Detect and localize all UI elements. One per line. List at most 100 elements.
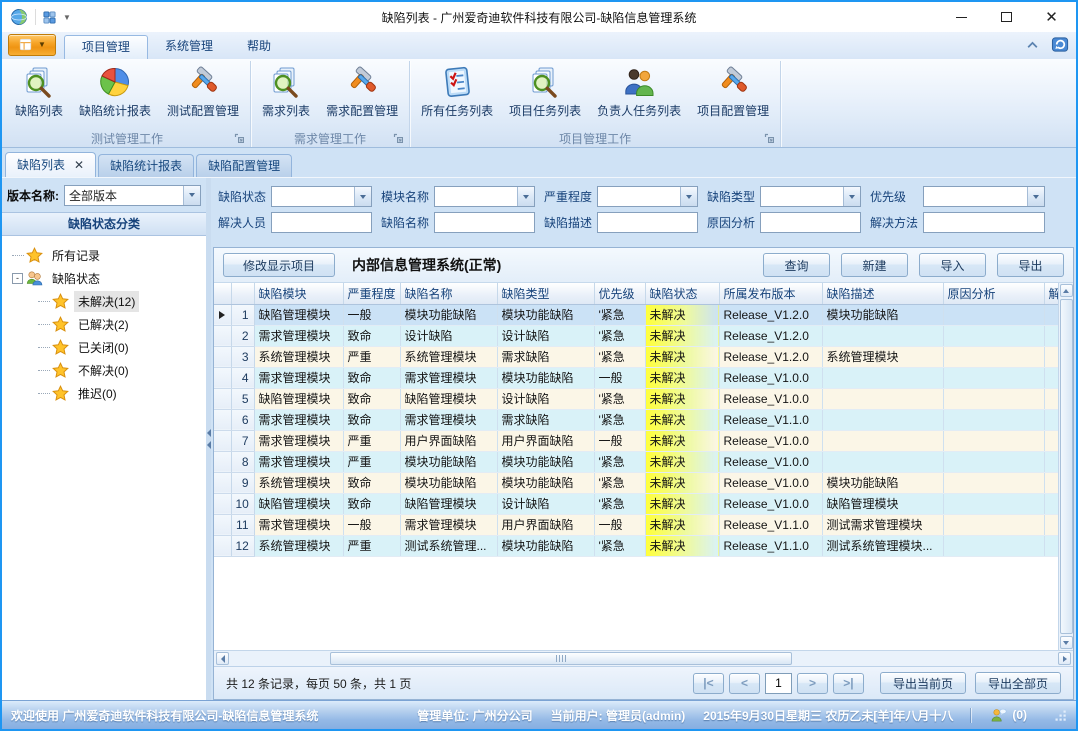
cell-status[interactable]: 未解决 [645, 409, 719, 430]
cell-module[interactable]: 缺陷管理模块 [254, 304, 343, 325]
cell-name[interactable]: 系统管理模块 [400, 346, 497, 367]
cell-name[interactable]: 需求管理模块 [400, 409, 497, 430]
cell-status[interactable]: 未解决 [645, 388, 719, 409]
cell-desc[interactable]: 测试系统管理模块... [822, 535, 943, 556]
tree-item-wont-fix[interactable]: 不解决(0) [2, 359, 206, 382]
ribbon-button-project-config-mgmt[interactable]: 项目配置管理 [689, 62, 777, 130]
cell-release[interactable]: Release_V1.1.0 [719, 514, 822, 535]
cell-name[interactable]: 模块功能缺陷 [400, 451, 497, 472]
ribbon-tab-system-management[interactable]: 系统管理 [148, 35, 230, 59]
cell-solution[interactable] [1044, 472, 1058, 493]
cell-solution[interactable] [1044, 430, 1058, 451]
cell-solution[interactable] [1044, 388, 1058, 409]
ribbon-button-defect-list[interactable]: 缺陷列表 [7, 62, 71, 130]
grid-row[interactable]: 9系统管理模块致命模块功能缺陷模块功能缺陷'紧急未解决Release_V1.0.… [214, 472, 1058, 493]
cell-priority[interactable]: '紧急 [594, 304, 645, 325]
cell-type[interactable]: 设计缺陷 [497, 325, 594, 346]
cell-severity[interactable]: 严重 [343, 430, 400, 451]
cell-name[interactable]: 需求管理模块 [400, 514, 497, 535]
cell-desc[interactable] [822, 367, 943, 388]
cell-module[interactable]: 需求管理模块 [254, 451, 343, 472]
cell-cause[interactable] [943, 367, 1044, 388]
dialog-launcher-icon[interactable] [393, 133, 404, 144]
cell-solution[interactable] [1044, 535, 1058, 556]
chevron-down-icon[interactable] [680, 187, 697, 206]
grid-row[interactable]: 2需求管理模块致命设计缺陷设计缺陷'紧急未解决Release_V1.2.0 [214, 325, 1058, 346]
cell-release[interactable]: Release_V1.2.0 [719, 304, 822, 325]
chevron-down-icon[interactable] [354, 187, 371, 206]
cell-cause[interactable] [943, 535, 1044, 556]
ribbon-button-all-tasks-list[interactable]: 所有任务列表 [413, 62, 501, 130]
cell-module[interactable]: 系统管理模块 [254, 346, 343, 367]
cell-module[interactable]: 缺陷管理模块 [254, 388, 343, 409]
cell-priority[interactable]: '紧急 [594, 451, 645, 472]
cell-severity[interactable]: 致命 [343, 493, 400, 514]
new-button[interactable]: 新建 [841, 253, 908, 277]
cell-release[interactable]: Release_V1.0.0 [719, 472, 822, 493]
chevron-down-icon[interactable] [183, 186, 200, 205]
cell-desc[interactable]: 测试需求管理模块 [822, 514, 943, 535]
cell-cause[interactable] [943, 388, 1044, 409]
export-all-pages-button[interactable]: 导出全部页 [975, 672, 1061, 694]
tab-close-icon[interactable]: ✕ [74, 155, 84, 176]
cell-priority[interactable]: '紧急 [594, 493, 645, 514]
ribbon-button-test-config-mgmt[interactable]: 测试配置管理 [159, 62, 247, 130]
cell-type[interactable]: 需求缺陷 [497, 346, 594, 367]
grid-row[interactable]: 12系统管理模块严重测试系统管理...模块功能缺陷'紧急未解决Release_V… [214, 535, 1058, 556]
cell-name[interactable]: 测试系统管理... [400, 535, 497, 556]
column-header-release[interactable]: 所属发布版本 [719, 283, 822, 304]
document-tab-defect-stats-report[interactable]: 缺陷统计报表 [98, 154, 194, 177]
tree-item-resolved[interactable]: 已解决(2) [2, 313, 206, 336]
modify-display-items-button[interactable]: 修改显示项目 [223, 253, 335, 277]
next-page-button[interactable]: > [797, 673, 828, 694]
cell-severity[interactable]: 致命 [343, 409, 400, 430]
cell-priority[interactable]: '紧急 [594, 388, 645, 409]
column-header-status[interactable]: 缺陷状态 [645, 283, 719, 304]
cell-priority[interactable]: '紧急 [594, 409, 645, 430]
cell-type[interactable]: 用户界面缺陷 [497, 430, 594, 451]
ribbon-button-defect-stats-report[interactable]: 缺陷统计报表 [71, 62, 159, 130]
cell-priority[interactable]: '紧急 [594, 325, 645, 346]
dialog-launcher-icon[interactable] [234, 133, 245, 144]
cell-name[interactable]: 缺陷管理模块 [400, 388, 497, 409]
scroll-down-icon[interactable] [1060, 636, 1073, 649]
tree-item-all-records[interactable]: 所有记录 [2, 244, 206, 267]
cell-priority[interactable]: '紧急 [594, 535, 645, 556]
tree-item-closed[interactable]: 已关闭(0) [2, 336, 206, 359]
cell-solution[interactable] [1044, 514, 1058, 535]
cell-desc[interactable] [822, 388, 943, 409]
cell-type[interactable]: 需求缺陷 [497, 409, 594, 430]
cell-solution[interactable] [1044, 304, 1058, 325]
cell-priority[interactable]: '紧急 [594, 472, 645, 493]
cell-severity[interactable]: 一般 [343, 304, 400, 325]
cell-name[interactable]: 用户界面缺陷 [400, 430, 497, 451]
cell-desc[interactable] [822, 409, 943, 430]
column-header-severity[interactable]: 严重程度 [343, 283, 400, 304]
cell-module[interactable]: 需求管理模块 [254, 367, 343, 388]
cell-release[interactable]: Release_V1.2.0 [719, 346, 822, 367]
filter-solution-input[interactable] [923, 212, 1045, 233]
filter-defect-status-combo[interactable] [271, 186, 372, 207]
filter-defect-name-input[interactable] [434, 212, 535, 233]
cell-priority[interactable]: 一般 [594, 367, 645, 388]
cell-name[interactable]: 设计缺陷 [400, 325, 497, 346]
grid-row[interactable]: 7需求管理模块严重用户界面缺陷用户界面缺陷一般未解决Release_V1.0.0 [214, 430, 1058, 451]
cell-desc[interactable]: 缺陷管理模块 [822, 493, 943, 514]
cell-cause[interactable] [943, 451, 1044, 472]
cell-solution[interactable] [1044, 346, 1058, 367]
chevron-down-icon[interactable] [843, 187, 860, 206]
cell-module[interactable]: 系统管理模块 [254, 472, 343, 493]
cell-status[interactable]: 未解决 [645, 325, 719, 346]
cell-status[interactable]: 未解决 [645, 535, 719, 556]
grid-row[interactable]: 3系统管理模块严重系统管理模块需求缺陷'紧急未解决Release_V1.2.0系… [214, 346, 1058, 367]
cell-severity[interactable]: 致命 [343, 472, 400, 493]
cell-type[interactable]: 模块功能缺陷 [497, 472, 594, 493]
grid-row[interactable]: 11需求管理模块一般需求管理模块用户界面缺陷一般未解决Release_V1.1.… [214, 514, 1058, 535]
ribbon-help-icon[interactable] [1051, 35, 1070, 54]
cell-cause[interactable] [943, 409, 1044, 430]
cell-desc[interactable]: 模块功能缺陷 [822, 472, 943, 493]
cell-release[interactable]: Release_V1.0.0 [719, 430, 822, 451]
version-combo[interactable]: 全部版本 [64, 185, 201, 206]
ribbon-button-project-tasks-list[interactable]: 项目任务列表 [501, 62, 589, 130]
cell-release[interactable]: Release_V1.1.0 [719, 409, 822, 430]
